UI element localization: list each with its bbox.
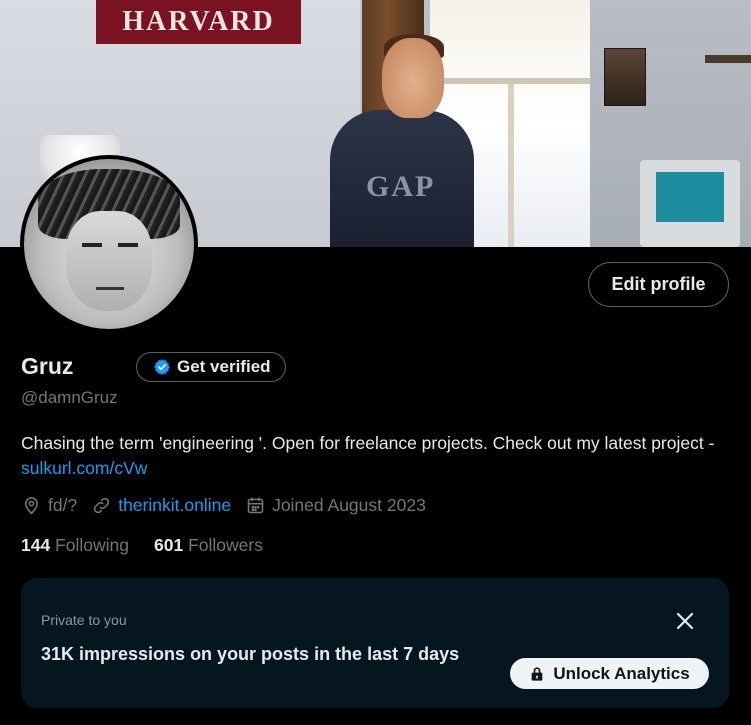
- follow-stats: 144 Following 601 Followers: [21, 535, 288, 556]
- bio-text: Chasing the term 'engineering '. Open fo…: [21, 433, 715, 453]
- analytics-card: Private to you 31K impressions on your p…: [21, 578, 729, 708]
- joined-text: Joined August 2023: [272, 495, 426, 515]
- following-label: Following: [55, 535, 130, 555]
- private-label: Private to you: [41, 612, 127, 628]
- joined: Joined August 2023: [245, 495, 426, 516]
- avatar[interactable]: [20, 155, 198, 333]
- get-verified-label: Get verified: [177, 357, 271, 376]
- display-name: Gruz: [21, 353, 74, 379]
- close-button[interactable]: [673, 609, 697, 633]
- location: fd/?: [21, 495, 77, 516]
- banner-poster: [604, 48, 646, 106]
- link-icon: [94, 497, 110, 514]
- following-link[interactable]: 144 Following: [21, 535, 129, 556]
- avatar-image: [24, 159, 194, 329]
- calendar-icon: [247, 497, 264, 514]
- banner-shirt-text: GAP: [366, 170, 436, 203]
- location-pin-icon: [25, 497, 38, 515]
- bio: Chasing the term 'engineering '. Open fo…: [21, 431, 736, 481]
- unlock-analytics-button[interactable]: Unlock Analytics: [510, 658, 709, 689]
- website-link[interactable]: therinkit.online: [118, 495, 231, 516]
- get-verified-button[interactable]: Get verified: [136, 352, 286, 382]
- user-handle: @damnGruz: [21, 388, 118, 407]
- following-count: 144: [21, 535, 51, 555]
- bio-link[interactable]: sulkurl.com/cVw: [21, 458, 147, 478]
- unlock-analytics-label: Unlock Analytics: [553, 663, 690, 683]
- verified-badge-icon: [154, 359, 170, 375]
- banner-person-head: [382, 38, 444, 118]
- close-icon: [676, 612, 694, 630]
- banner-pennant: HARVARD: [96, 0, 301, 44]
- profile-meta: fd/? therinkit.online Joined August 2023: [21, 495, 440, 516]
- followers-count: 601: [154, 535, 184, 555]
- banner-shelf: [705, 55, 751, 63]
- website: therinkit.online: [91, 495, 231, 516]
- followers-label: Followers: [188, 535, 263, 555]
- lock-icon: [531, 666, 543, 681]
- followers-link[interactable]: 601 Followers: [154, 535, 263, 556]
- banner-monitor: [640, 160, 740, 247]
- location-text: fd/?: [48, 495, 78, 515]
- impressions-text: 31K impressions on your posts in the las…: [41, 644, 460, 664]
- edit-profile-button[interactable]: Edit profile: [588, 262, 729, 307]
